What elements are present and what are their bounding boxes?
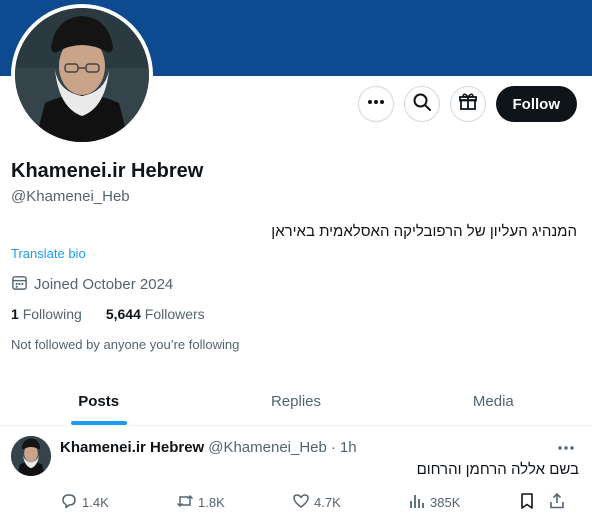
tweet[interactable]: Khamenei.ir Hebrew @Khamenei_Heb · 1h בש… bbox=[0, 426, 592, 521]
views-button[interactable]: 385K bbox=[408, 492, 518, 513]
tweet-author-name[interactable]: Khamenei.ir Hebrew bbox=[60, 439, 204, 456]
search-icon bbox=[412, 92, 432, 117]
share-button[interactable] bbox=[548, 492, 578, 513]
tab-replies[interactable]: Replies bbox=[197, 378, 394, 425]
tweet-more-button[interactable] bbox=[556, 438, 576, 458]
followers-link[interactable]: 5,644 Followers bbox=[106, 306, 205, 322]
not-followed-note: Not followed by anyone you’re following bbox=[11, 337, 240, 352]
reply-icon bbox=[60, 492, 78, 513]
profile-avatar[interactable] bbox=[11, 4, 153, 146]
following-label: Following bbox=[22, 306, 82, 322]
profile-bio: המנהיג העליון של הרפובליקה האסלאמית באיר… bbox=[271, 223, 577, 240]
gift-icon bbox=[458, 92, 478, 117]
subscribe-button[interactable] bbox=[449, 86, 486, 122]
tweet-avatar[interactable] bbox=[11, 436, 51, 476]
more-button[interactable] bbox=[357, 86, 394, 122]
tab-media[interactable]: Media bbox=[395, 378, 592, 425]
retweet-icon bbox=[176, 492, 194, 513]
like-button[interactable]: 4.7K bbox=[292, 492, 408, 513]
profile-handle: @Khamenei_Heb bbox=[11, 188, 130, 205]
heart-icon bbox=[292, 492, 310, 513]
follow-stats: 1 Following 5,644 Followers bbox=[11, 306, 205, 322]
joined-label: Joined October 2024 bbox=[34, 276, 174, 293]
search-button[interactable] bbox=[403, 86, 440, 122]
avatar-image bbox=[15, 8, 149, 142]
retweet-button[interactable]: 1.8K bbox=[176, 492, 292, 513]
follow-button[interactable]: Follow bbox=[495, 86, 577, 122]
tweet-text: בשם אללה הרחמן והרחום bbox=[416, 461, 579, 478]
followers-count: 5,644 bbox=[105, 306, 141, 322]
profile-actions: Follow bbox=[357, 86, 577, 122]
joined-date: Joined October 2024 bbox=[11, 274, 173, 295]
reply-count: 1.4K bbox=[82, 495, 109, 510]
share-icon bbox=[548, 492, 566, 513]
retweet-count: 1.8K bbox=[198, 495, 225, 510]
bookmark-icon bbox=[518, 492, 536, 513]
views-icon bbox=[408, 492, 426, 513]
bookmark-button[interactable] bbox=[518, 492, 548, 513]
like-count: 4.7K bbox=[314, 495, 341, 510]
profile-tabs: Posts Replies Media bbox=[0, 378, 592, 426]
tweet-actions: 1.4K 1.8K 4.7K 385K bbox=[60, 492, 582, 513]
tweet-time[interactable]: 1h bbox=[340, 439, 357, 456]
tab-posts[interactable]: Posts bbox=[0, 378, 197, 425]
followers-label: Followers bbox=[144, 306, 205, 322]
tweet-separator: · bbox=[330, 439, 336, 456]
following-count: 1 bbox=[11, 306, 19, 322]
reply-button[interactable]: 1.4K bbox=[60, 492, 176, 513]
views-count: 385K bbox=[430, 495, 461, 510]
translate-bio-link[interactable]: Translate bio bbox=[11, 246, 86, 261]
profile-name: Khamenei.ir Hebrew bbox=[11, 160, 204, 182]
tweet-header: Khamenei.ir Hebrew @Khamenei_Heb · 1h bbox=[60, 439, 357, 456]
following-link[interactable]: 1 Following bbox=[11, 306, 82, 322]
more-icon bbox=[366, 92, 386, 117]
more-icon bbox=[556, 445, 576, 462]
calendar-icon bbox=[11, 274, 28, 295]
tweet-author-handle[interactable]: @Khamenei_Heb bbox=[208, 439, 327, 456]
